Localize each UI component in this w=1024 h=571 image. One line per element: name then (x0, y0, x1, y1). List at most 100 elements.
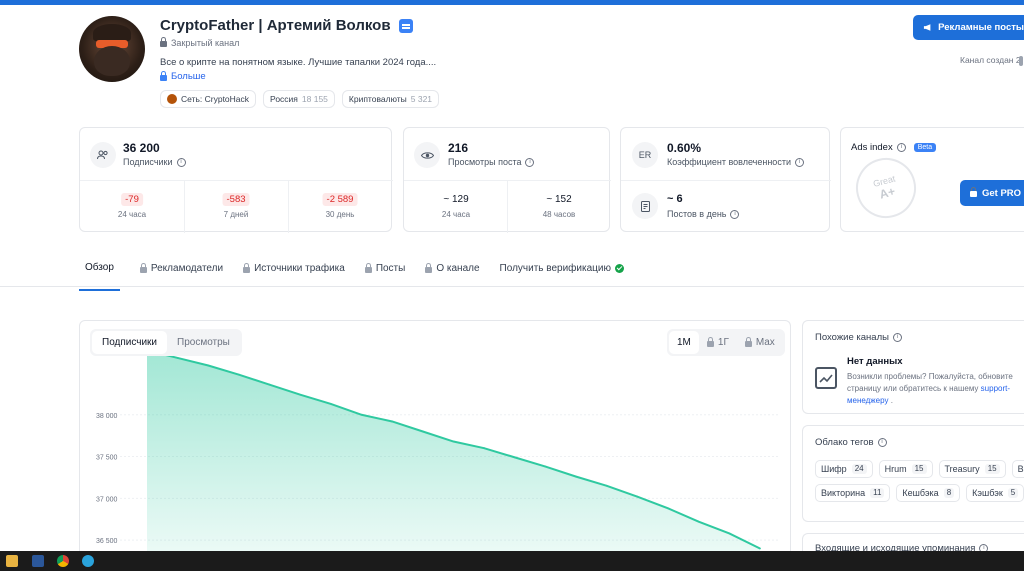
info-icon[interactable]: i (896, 143, 906, 152)
info-icon[interactable]: i (730, 209, 740, 219)
tag-label: Hrum (884, 464, 907, 474)
info-icon[interactable]: i (877, 438, 887, 447)
no-data-tail: . (890, 396, 893, 405)
tag-item[interactable]: Шифр 24 (815, 460, 873, 478)
views-label-48h: 48 часов (542, 210, 576, 219)
data-point[interactable] (575, 475, 577, 478)
data-point[interactable] (759, 547, 761, 550)
avatar-beard (94, 46, 130, 76)
data-point[interactable] (299, 393, 302, 396)
channel-avatar[interactable] (79, 16, 145, 82)
get-pro-button-label: Get PRO (982, 187, 1022, 199)
metric-subscribers[interactable]: Подписчики (92, 331, 168, 354)
range-switch: 1M 1Г Max (667, 329, 785, 356)
chrome-icon[interactable] (57, 555, 69, 567)
data-point[interactable] (360, 413, 363, 416)
tag-item[interactable]: Hrum 15 (878, 460, 933, 478)
data-point[interactable] (452, 440, 455, 443)
tab-label: Рекламодатели (150, 263, 224, 274)
data-point[interactable] (268, 383, 271, 386)
lock-icon (706, 336, 714, 347)
channel-title: CryptoFather | Артемий Волков (160, 17, 391, 34)
metric-views[interactable]: Просмотры (167, 331, 240, 354)
ad-posts-button-label: Рекламные посты (938, 22, 1024, 33)
channel-description: Все о крипте на понятном языке. Лучшие т… (160, 57, 437, 68)
data-point[interactable] (697, 520, 700, 523)
data-point[interactable] (207, 364, 210, 367)
views-48h: ~ 152 (546, 194, 572, 205)
tag-count: 5 (1007, 488, 1019, 498)
range-1y[interactable]: 1Г (699, 331, 737, 354)
data-point[interactable] (238, 373, 240, 376)
tag-count: 24 (851, 464, 867, 474)
tabs-divider (0, 286, 1024, 287)
info-icon[interactable]: i (176, 157, 186, 167)
data-point[interactable] (483, 447, 486, 450)
tag-item[interactable]: Викторина 11 (815, 484, 891, 502)
range-1m[interactable]: 1M (669, 331, 699, 354)
data-point[interactable] (544, 465, 547, 468)
divider (288, 180, 289, 233)
chip-label: Криптовалюты (348, 94, 407, 104)
more-link[interactable]: Больше (160, 70, 206, 82)
chip-count: 18 155 (301, 94, 328, 104)
range-max[interactable]: Max (737, 331, 783, 354)
channel-chips: Сеть: CryptoHack Россия 18 155 Криптовал… (160, 90, 440, 108)
chip-label: Россия (270, 94, 298, 104)
support-link[interactable]: support- (981, 384, 1010, 393)
no-data-message: Возникли проблемы? Пожалуйста, обновите … (847, 371, 1024, 407)
tag-count: 15 (911, 464, 927, 474)
data-point[interactable] (513, 456, 516, 459)
info-icon[interactable]: i (794, 157, 804, 167)
lock-icon (160, 70, 167, 81)
y-tick-label: 38 000 (96, 413, 118, 420)
chip-category[interactable]: Криптовалюты 5 321 (341, 90, 440, 108)
info-icon[interactable]: i (892, 333, 902, 342)
scrollbar-thumb[interactable] (1019, 56, 1023, 66)
posts-per-day-label-text: Постов в день (667, 209, 727, 219)
network-logo-icon (167, 94, 177, 104)
tag-item[interactable]: Кэшбэк 5 (966, 484, 1024, 502)
channel-title-row: CryptoFather | Артемий Волков (160, 17, 413, 34)
lock-icon (160, 37, 167, 47)
divider (184, 180, 185, 233)
data-point[interactable] (728, 532, 731, 535)
tag-item[interactable]: Treasury 15 (938, 460, 1006, 478)
manager-link[interactable]: менеджеру (847, 396, 888, 405)
file-explorer-icon[interactable] (6, 555, 18, 567)
no-data-title: Нет данных (847, 356, 903, 367)
data-point[interactable] (667, 507, 669, 510)
info-icon[interactable]: i (525, 157, 535, 167)
get-pro-button[interactable]: Get PRO (960, 180, 1024, 206)
channel-created: Канал создан 2 (960, 55, 1021, 65)
chip-network[interactable]: Сеть: CryptoHack (160, 90, 257, 108)
telegram-icon[interactable] (82, 555, 94, 567)
divider (80, 180, 393, 181)
data-point[interactable] (605, 484, 608, 487)
tag-item[interactable]: Кешбэка 8 (896, 484, 961, 502)
er-label: Коэффициент вовлеченности i (667, 157, 804, 167)
data-point[interactable] (391, 420, 394, 423)
subscribers-label-text: Подписчики (123, 157, 173, 167)
seal-grade: A+ (877, 184, 897, 202)
growth-chart-card: 36 500 37 000 37 500 38 000 Подписчики Прос… (79, 320, 791, 560)
area-fill (147, 350, 760, 560)
tag-label: Кешбэка (902, 488, 939, 498)
subscribers-delta-7d: -583 (222, 193, 250, 206)
tag-item[interactable]: Ва (1011, 460, 1024, 478)
data-point[interactable] (421, 430, 424, 433)
data-point[interactable] (176, 357, 179, 359)
data-point[interactable] (330, 403, 332, 405)
word-icon[interactable] (32, 555, 44, 567)
chip-country[interactable]: Россия 18 155 (263, 90, 335, 108)
ad-posts-button[interactable]: Рекламные посты (913, 15, 1024, 40)
range-label: 1M (677, 337, 691, 348)
tag-label: Викторина (821, 488, 866, 498)
y-tick-label: 37 500 (96, 455, 118, 462)
y-tick-label: 36 500 (96, 538, 118, 545)
bot-icon (398, 18, 413, 33)
y-tick-label: 37 000 (96, 496, 118, 503)
data-point[interactable] (636, 495, 639, 498)
tag-cloud-title-text: Облако тегов (815, 437, 874, 448)
eye-icon (414, 142, 440, 168)
